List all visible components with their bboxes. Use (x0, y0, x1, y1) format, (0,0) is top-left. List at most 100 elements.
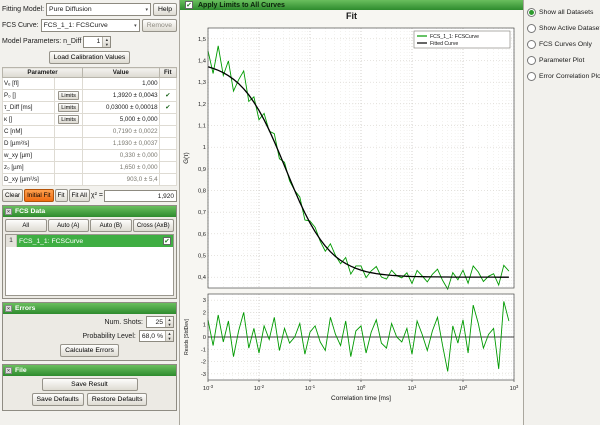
fit-plot: 0,40,50,60,70,80,911,11,21,31,41,5-3-2-1… (180, 22, 522, 420)
svg-text:100: 100 (357, 384, 366, 392)
param-fit-checkbox[interactable] (159, 78, 176, 90)
apply-limits-checkbox[interactable]: ✔ (185, 1, 193, 9)
radio-fcs-curves-only[interactable]: FCS Curves Only (527, 40, 600, 49)
param-row: κ []Limits 5,000 ± 0,000 (3, 114, 177, 126)
defaults-row: Save Defaults Restore Defaults (5, 393, 174, 406)
param-value[interactable]: 1,1930 ± 0,0037 (83, 138, 160, 150)
header-value: Value (83, 68, 160, 78)
param-row: P₀ []Limits1,3920 ± 0,0043✔ (3, 90, 177, 102)
limits-button[interactable]: Limits (58, 115, 79, 124)
param-fit-checkbox[interactable]: ✔ (159, 90, 176, 102)
param-fit-checkbox[interactable] (159, 138, 176, 150)
fcs-curve-select[interactable]: FCS_1_1: FCSCurve ▾ (41, 19, 140, 32)
dataset-list[interactable]: 1FCS_1_1: FCSCurve✔ (5, 234, 174, 296)
auto-b-button[interactable]: Auto (B) (90, 219, 132, 232)
file-section: ✕ File Save Result Save Defaults Restore… (2, 364, 177, 411)
calculate-errors-button[interactable]: Calculate Errors (60, 344, 119, 357)
file-header: ✕ File (3, 365, 176, 376)
spin-down-icon[interactable]: ▼ (166, 322, 173, 327)
spin-down-icon[interactable]: ▼ (103, 42, 110, 47)
y-axis-label-resid: Resids [StdDev] (184, 318, 190, 354)
auto-a-button[interactable]: Auto (A) (48, 219, 90, 232)
param-fit-checkbox[interactable] (159, 150, 176, 162)
param-value[interactable]: 0,03000 ± 0,00018 (83, 102, 160, 114)
all-button[interactable]: All (5, 219, 47, 232)
parameter-table: Parameter Value Fit Vₑ [fl]1,000P₀ []Lim… (2, 67, 177, 186)
param-name: D_xy [µm²/s] (3, 174, 55, 186)
svg-text:3: 3 (203, 298, 206, 304)
dataset-row[interactable]: 1FCS_1_1: FCSCurve✔ (6, 235, 173, 247)
help-button[interactable]: Help (153, 3, 177, 16)
param-name: κ [] (3, 114, 55, 126)
errors-body: Num. Shots: 25 ▲ ▼ Probability Level: 68… (3, 314, 176, 360)
chevron-down-icon: ▾ (146, 7, 149, 13)
param-value[interactable]: 903,0 ± 5,4 (83, 174, 160, 186)
svg-text:Fitted Curve: Fitted Curve (430, 41, 458, 47)
param-fit-checkbox[interactable] (159, 174, 176, 186)
radio-dot (529, 10, 534, 15)
fitting-model-select[interactable]: Pure Diffusion ▾ (46, 3, 151, 16)
svg-text:0,6: 0,6 (198, 232, 206, 238)
dataset-checkbox[interactable]: ✔ (163, 237, 171, 245)
clear-button[interactable]: Clear (2, 189, 23, 202)
param-fit-checkbox[interactable] (159, 126, 176, 138)
errors-section: ✕ Errors Num. Shots: 25 ▲ ▼ Probability … (2, 302, 177, 361)
param-fit-checkbox[interactable] (159, 162, 176, 174)
file-body: Save Result Save Defaults Restore Defaul… (3, 376, 176, 410)
param-value[interactable]: 5,000 ± 0,000 (83, 114, 160, 126)
param-value[interactable]: 1,650 ± 0,000 (83, 162, 160, 174)
cross-ab-button[interactable]: Cross (AxB) (133, 219, 175, 232)
param-value[interactable]: 1,3920 ± 0,0043 (83, 90, 160, 102)
radio-show-active-dataset[interactable]: Show Active Dataset (527, 24, 600, 33)
save-defaults-button[interactable]: Save Defaults (32, 393, 84, 406)
restore-defaults-button[interactable]: Restore Defaults (87, 393, 148, 406)
param-row: D_xy [µm²/s] 903,0 ± 5,4 (3, 174, 177, 186)
remove-button[interactable]: Remove (142, 19, 177, 32)
limits-button[interactable]: Limits (58, 103, 79, 112)
num-shots-stepper[interactable]: 25 ▲ ▼ (146, 316, 174, 328)
radio-error-correlation-plot[interactable]: Error Correlation Plot (527, 72, 600, 81)
fcs-curve-value: FCS_1_1: FCSCurve (44, 22, 108, 29)
fit-button[interactable]: Fit (55, 189, 68, 202)
fit-all-button[interactable]: Fit All (69, 189, 90, 202)
initial-fit-button[interactable]: Initial Fit (24, 189, 53, 202)
dataset-index: 1 (6, 235, 17, 247)
radio-show-all-datasets[interactable]: Show all Datasets (527, 8, 600, 17)
probability-label: Probability Level: (83, 333, 136, 340)
apply-limits-label: Apply Limits to All Curves (198, 2, 285, 9)
param-value[interactable]: 1,000 (83, 78, 160, 90)
close-icon[interactable]: ✕ (5, 208, 12, 215)
param-fit-checkbox[interactable]: ✔ (159, 102, 176, 114)
x-axis-label: Correlation time [ms] (331, 395, 391, 402)
spin-down-icon[interactable]: ▼ (166, 336, 173, 341)
model-parameters-label: Model Parameters: (2, 38, 61, 45)
close-icon[interactable]: ✕ (5, 367, 12, 374)
close-icon[interactable]: ✕ (5, 305, 12, 312)
svg-text:1: 1 (203, 323, 206, 329)
spinner-arrows[interactable]: ▲ ▼ (165, 331, 173, 341)
svg-text:1,2: 1,2 (198, 102, 206, 108)
limits-button[interactable]: Limits (58, 91, 79, 100)
param-fit-checkbox[interactable] (159, 114, 176, 126)
svg-text:10-3: 10-3 (203, 384, 214, 392)
probability-stepper[interactable]: 68,0 % ▲ ▼ (139, 330, 174, 342)
header-parameter: Parameter (3, 68, 83, 78)
spinner-arrows[interactable]: ▲ ▼ (102, 37, 110, 47)
load-calibration-button[interactable]: Load Calibration Values (49, 51, 131, 64)
param-value[interactable]: 0,7190 ± 0,0022 (83, 126, 160, 138)
spinner-arrows[interactable]: ▲ ▼ (165, 317, 173, 327)
chi-squared-value: 1,920 (104, 190, 177, 202)
fcs-data-header: ✕ FCS Data (3, 206, 176, 217)
n-diff-stepper[interactable]: 1 ▲ ▼ (83, 36, 111, 48)
control-panel: Fitting Model: Pure Diffusion ▾ Help FCS… (0, 0, 180, 425)
fcs-data-section: ✕ FCS Data AllAuto (A)Auto (B)Cross (AxB… (2, 205, 177, 299)
num-shots-label: Num. Shots: (104, 319, 143, 326)
fcs-curve-row: FCS Curve: FCS_1_1: FCSCurve ▾ Remove (2, 19, 177, 32)
save-result-button[interactable]: Save Result (42, 378, 138, 391)
param-value[interactable]: 0,330 ± 0,000 (83, 150, 160, 162)
param-limits-cell (55, 150, 83, 162)
param-limits-cell (55, 126, 83, 138)
radio-parameter-plot[interactable]: Parameter Plot (527, 56, 600, 65)
svg-text:103: 103 (510, 384, 519, 392)
svg-text:0,8: 0,8 (198, 189, 206, 195)
